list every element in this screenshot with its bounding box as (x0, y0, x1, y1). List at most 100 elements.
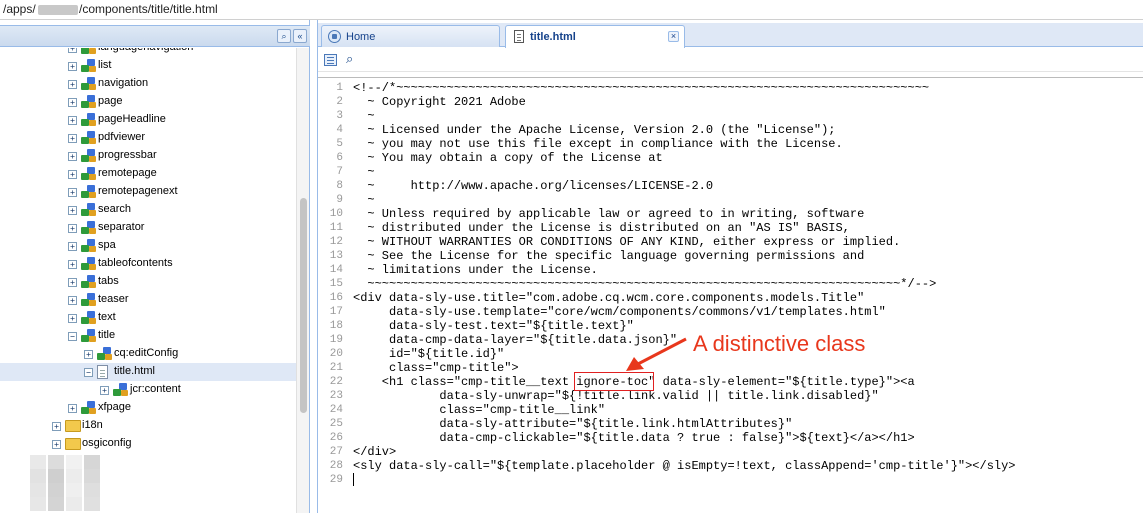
expand-icon[interactable]: + (68, 116, 77, 125)
line-number: 6 (336, 152, 343, 164)
tree-item[interactable]: + page (0, 93, 296, 111)
expand-icon[interactable]: + (68, 62, 77, 71)
expand-icon[interactable]: + (68, 242, 77, 251)
component-icon (81, 239, 97, 253)
tree-item[interactable]: + remotepage (0, 165, 296, 183)
expand-icon[interactable]: + (68, 278, 77, 287)
tree-item-label: cq:editConfig (114, 347, 179, 359)
tab-home[interactable]: Home (321, 25, 500, 47)
tab-home-label: Home (346, 31, 376, 43)
tree-item[interactable]: + search (0, 201, 296, 219)
format-icon[interactable] (324, 54, 337, 66)
tree-item-label: languagenavigation (98, 48, 193, 53)
tree-item[interactable]: + cq:editConfig (0, 345, 296, 363)
editor-panel: Home title.html × ⌕ 1 2 3 4 5 6 7 8 9 10 11 12 13 14 1… (317, 20, 1143, 513)
tree-item[interactable]: + languagenavigation (0, 48, 296, 57)
code-line: ~ (353, 193, 375, 207)
tree-item-label: i18n (82, 419, 103, 431)
component-icon (81, 185, 97, 199)
tree-item[interactable]: − title.html (0, 363, 296, 381)
tree-scroll-thumb[interactable] (300, 198, 307, 413)
tree-item[interactable]: + pdfviewer (0, 129, 296, 147)
code-line: data-cmp-clickable="${title.data ? true … (353, 431, 915, 445)
tree-item[interactable]: + spa (0, 237, 296, 255)
repository-tree-panel: ⌕ « +languagenavigation+list+navigation+… (0, 20, 310, 513)
expand-icon[interactable]: + (68, 134, 77, 143)
tree-item[interactable]: + text (0, 309, 296, 327)
tree-item[interactable]: + navigation (0, 75, 296, 93)
expand-icon[interactable]: + (68, 48, 77, 53)
expand-icon[interactable]: + (68, 170, 77, 179)
tree-item[interactable]: + osgiconfig (0, 435, 296, 453)
tree-item-label: tabs (98, 275, 119, 287)
tree-item[interactable]: + i18n (0, 417, 296, 435)
path-bar: /apps/ /components/title/title.html (0, 0, 1143, 20)
line-number: 19 (329, 334, 343, 346)
line-number: 22 (329, 376, 343, 388)
tree-item[interactable]: + tableofcontents (0, 255, 296, 273)
tree-item[interactable]: + tabs (0, 273, 296, 291)
tree-item-label: page (98, 95, 123, 107)
expand-icon[interactable]: + (68, 188, 77, 197)
tree-item[interactable]: + xfpage (0, 399, 296, 417)
expand-icon[interactable]: + (68, 206, 77, 215)
expand-icon[interactable]: + (52, 440, 61, 449)
code-line: ~ WITHOUT WARRANTIES OR CONDITIONS OF AN… (353, 235, 901, 249)
expand-icon[interactable]: + (100, 386, 109, 395)
expand-icon[interactable]: + (68, 152, 77, 161)
component-icon (81, 95, 97, 109)
component-icon (81, 113, 97, 127)
expand-icon[interactable]: + (68, 314, 77, 323)
line-number-gutter: 1 2 3 4 5 6 7 8 9 10 11 12 13 14 15 16 17 18 19 20 21 22 23 24 2… (318, 78, 345, 513)
expand-icon[interactable]: + (52, 422, 61, 431)
line-number: 12 (329, 236, 343, 248)
annotation-arrow-icon (626, 337, 687, 371)
tree-item[interactable]: + remotepagenext (0, 183, 296, 201)
folder-icon (65, 438, 81, 450)
binoculars-icon[interactable]: ⌕ (346, 51, 353, 67)
code-line: data-sly-attribute="${title.link.htmlAtt… (353, 417, 793, 431)
line-number: 27 (329, 446, 343, 458)
binoculars-icon[interactable]: ⌕ (277, 29, 291, 43)
component-icon (97, 347, 113, 361)
tab-title-html-label: title.html (530, 31, 576, 43)
tree-item[interactable]: + pageHeadline (0, 111, 296, 129)
expand-icon[interactable]: + (68, 80, 77, 89)
tree-item[interactable]: + list (0, 57, 296, 75)
line-number: 25 (329, 418, 343, 430)
expand-icon[interactable]: + (68, 98, 77, 107)
expand-icon[interactable]: + (68, 296, 77, 305)
tree-item[interactable]: + jcr:content (0, 381, 296, 399)
line-number: 26 (329, 432, 343, 444)
collapse-icon[interactable]: − (68, 332, 77, 341)
redacted-area (30, 455, 102, 513)
tree-item[interactable]: − title (0, 327, 296, 345)
tree-item-label: title (98, 329, 116, 341)
code-line: ~ Unless required by applicable law or a… (353, 207, 865, 221)
line-number: 13 (329, 250, 343, 262)
tree-item[interactable]: + teaser (0, 291, 296, 309)
tree-item-label: search (98, 203, 132, 215)
component-icon (81, 149, 97, 163)
tab-title-html[interactable]: title.html × (505, 25, 685, 48)
collapse-panel-icon[interactable]: « (293, 29, 307, 43)
component-icon (81, 203, 97, 217)
code-editor[interactable]: 1 2 3 4 5 6 7 8 9 10 11 12 13 14 15 16 17 18 19 20 21 22 23 24 2… (318, 77, 1143, 513)
tree-item-label: title.html (114, 365, 155, 377)
expand-icon[interactable]: + (68, 260, 77, 269)
line-number: 2 (336, 96, 343, 108)
code-line: data-sly-test.text="${title.text}" (353, 319, 634, 333)
tab-strip: Home title.html × (318, 23, 1143, 48)
expand-icon[interactable]: + (68, 224, 77, 233)
home-icon (328, 30, 341, 43)
tree-item[interactable]: + separator (0, 219, 296, 237)
component-icon (81, 311, 97, 325)
code-line: ~ http://www.apache.org/licenses/LICENSE… (353, 179, 714, 193)
collapse-icon[interactable]: − (84, 368, 93, 377)
close-icon[interactable]: × (668, 31, 679, 42)
expand-icon[interactable]: + (84, 350, 93, 359)
expand-icon[interactable]: + (68, 404, 77, 413)
tree-item[interactable]: + progressbar (0, 147, 296, 165)
tree-scrollbar[interactable] (296, 48, 309, 513)
tree-item-label: navigation (98, 77, 149, 89)
